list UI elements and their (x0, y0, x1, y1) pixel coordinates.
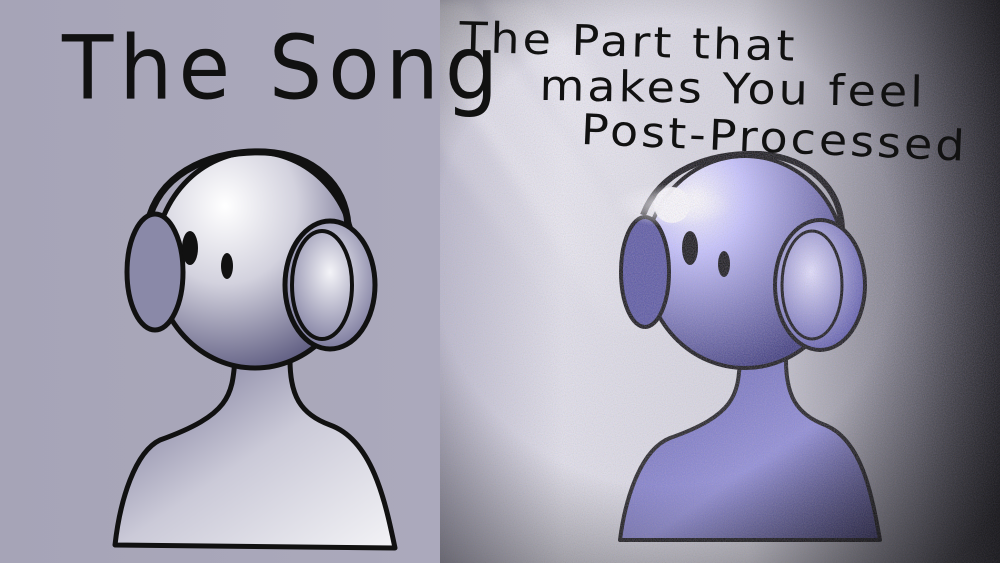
left-earcup-front (282, 218, 378, 352)
left-eye-2 (221, 253, 233, 279)
illustration-canvas: The Song The Part that makes You feel Po… (0, 0, 1000, 563)
left-eye-1 (182, 231, 198, 265)
left-earcup-back (124, 211, 186, 333)
right-caption-line-1: The Part that (458, 12, 799, 71)
left-caption: The Song (62, 16, 505, 120)
